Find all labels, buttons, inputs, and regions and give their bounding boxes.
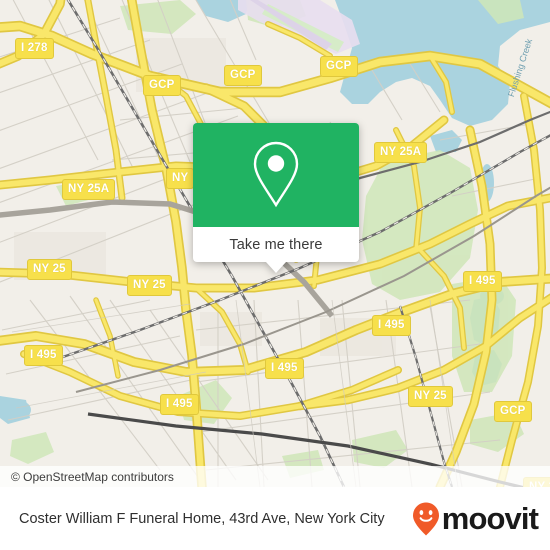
map-page: Flushing Creek I 278 GCP GCP GCP NY 25A …	[0, 0, 550, 550]
road-shield-i495-5: I 495	[160, 394, 199, 415]
popup-pointer	[266, 262, 286, 273]
popup-pin-area	[193, 123, 359, 227]
map-canvas[interactable]: Flushing Creek I 278 GCP GCP GCP NY 25A …	[0, 0, 550, 487]
road-shield-i495-2: I 495	[265, 358, 304, 379]
road-shield-gcp-4: GCP	[494, 401, 532, 422]
road-shield-i495-1: I 495	[24, 345, 63, 366]
road-shield-gcp-2: GCP	[224, 65, 262, 86]
bottom-info-bar: Coster William F Funeral Home, 43rd Ave,…	[0, 487, 550, 550]
place-name-label: Coster William F Funeral Home, 43rd Ave,…	[19, 510, 385, 527]
road-shield-i495-4: I 495	[463, 271, 502, 292]
moovit-smiley-pin-icon	[412, 502, 439, 535]
road-shield-ny: NY	[166, 168, 195, 189]
road-shield-gcp-1: GCP	[143, 75, 181, 96]
popup-action-bar[interactable]: Take me there	[193, 227, 359, 273]
road-shield-ny25-3: NY 25	[408, 386, 453, 407]
moovit-wordmark: moovit	[441, 501, 539, 536]
location-pin-icon	[253, 141, 299, 208]
road-shield-ny25a-1: NY 25A	[62, 179, 116, 200]
road-shield-gcp-3: GCP	[320, 56, 358, 77]
road-shield-i495-3: I 495	[372, 315, 411, 336]
osm-attribution-text: © OpenStreetMap contributors	[11, 469, 174, 484]
location-popup-card[interactable]: Take me there	[193, 123, 359, 273]
road-shield-ny25-1: NY 25	[27, 259, 72, 280]
take-me-there-label: Take me there	[229, 236, 323, 253]
map-attribution-bar: © OpenStreetMap contributors	[0, 466, 550, 487]
moovit-logo[interactable]: moovit	[411, 501, 539, 537]
road-shield-ny25a-2: NY 25A	[374, 142, 428, 163]
road-shield-ny25-2: NY 25	[127, 275, 172, 296]
road-shield-i278: I 278	[15, 38, 54, 59]
